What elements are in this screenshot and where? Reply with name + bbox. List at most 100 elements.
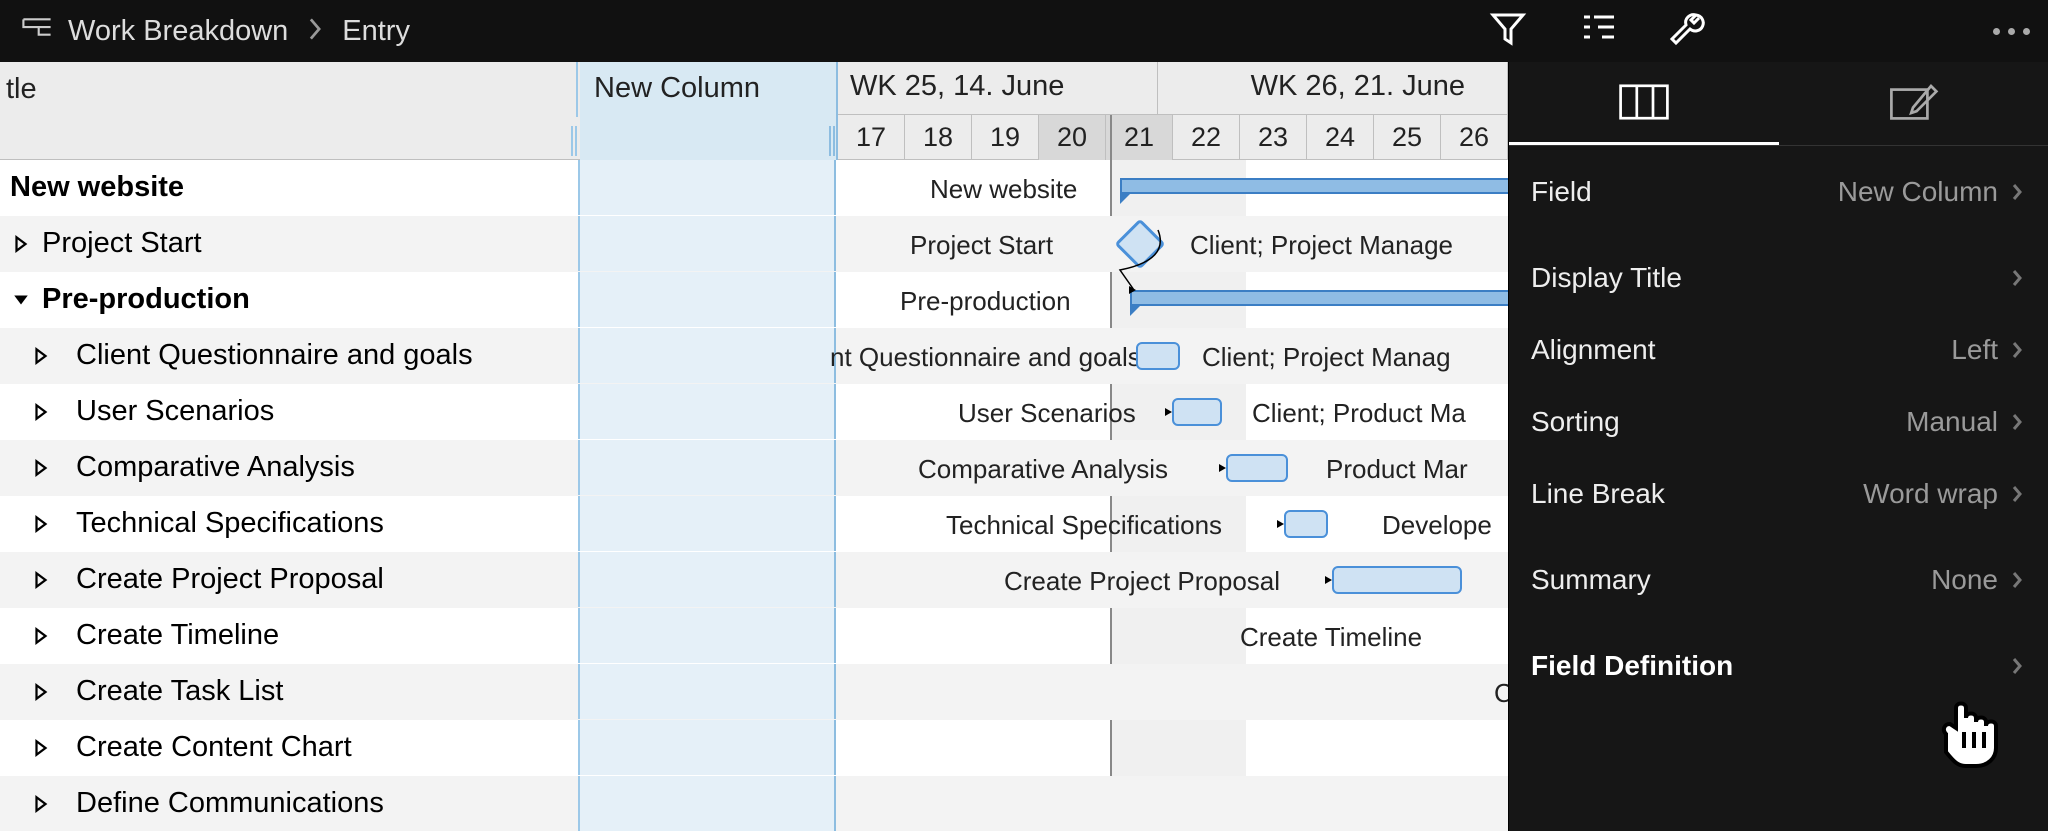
gantt-task-label: Create Project Proposal	[1004, 566, 1280, 597]
inspector-row-line-break[interactable]: Line Break Word wrap	[1509, 458, 2048, 530]
new-column-cell[interactable]	[578, 440, 836, 495]
chevron-right-icon	[2008, 176, 2026, 208]
inspector-tab-columns[interactable]	[1509, 62, 1779, 145]
new-column-cell[interactable]	[578, 216, 836, 271]
gantt-task-label: Technical Specifications	[946, 510, 1222, 541]
new-column-cell[interactable]	[578, 160, 836, 215]
task-title: Create Task List	[76, 675, 283, 708]
gantt-task-label: Create Timeline	[1240, 622, 1422, 653]
new-column-cell[interactable]	[578, 664, 836, 719]
task-row[interactable]: Create Content Chart	[0, 720, 838, 776]
filter-icon[interactable]	[1488, 9, 1528, 54]
gantt-row[interactable]	[838, 720, 1508, 776]
task-row[interactable]: Define Communications	[0, 776, 838, 831]
day-cell-23[interactable]: 23	[1240, 115, 1307, 160]
gantt-task-bar[interactable]	[1136, 342, 1180, 370]
day-cell-18[interactable]: 18	[905, 115, 972, 160]
cursor-hand-icon	[1928, 698, 2008, 773]
task-row[interactable]: User Scenarios	[0, 384, 838, 440]
task-outline[interactable]: New website Project Start Pre-productionCl…	[0, 160, 838, 831]
day-cell-22[interactable]: 22	[1173, 115, 1240, 160]
caret-right-icon[interactable]	[30, 681, 52, 703]
week-cell-1[interactable]: WK 25, 14. June	[838, 62, 1158, 115]
task-title: Technical Specifications	[76, 507, 384, 540]
new-column-cell[interactable]	[578, 328, 836, 383]
gantt-task-bar[interactable]	[1226, 454, 1288, 482]
caret-right-icon[interactable]	[30, 793, 52, 815]
gantt-chart[interactable]: >> New websiteProject StartClient; Proje…	[838, 160, 1508, 831]
inspector-row-display-title[interactable]: Display Title	[1509, 242, 2048, 314]
task-row[interactable]: Create Task List	[0, 664, 838, 720]
chevron-right-icon	[2008, 262, 2026, 294]
column-header: tle New Column WK 25, 14. June WK 26, 21…	[0, 62, 1508, 160]
inspector-value: Word wrap	[1863, 478, 1998, 510]
task-row[interactable]: Client Questionnaire and goals	[0, 328, 838, 384]
new-column-cell[interactable]	[578, 384, 836, 439]
inspector-row-field[interactable]: FieldNew Column	[1509, 156, 2048, 228]
gantt-task-bar[interactable]	[1284, 510, 1328, 538]
task-row[interactable]: Comparative Analysis	[0, 440, 838, 496]
inspector-row-sorting[interactable]: SortingManual	[1509, 386, 2048, 458]
column-new[interactable]: New Column	[580, 62, 838, 160]
task-row[interactable]: Create Project Proposal	[0, 552, 838, 608]
inspector-row-alignment[interactable]: AlignmentLeft	[1509, 314, 2048, 386]
inspector-label: Summary	[1531, 564, 1651, 596]
inspector-label: Line Break	[1531, 478, 1665, 510]
new-column-cell[interactable]	[578, 496, 836, 551]
task-title: Project Start	[42, 227, 202, 260]
inspector-row-field-definition[interactable]: Field Definition	[1509, 630, 2048, 702]
breadcrumb-item-2[interactable]: Entry	[342, 15, 410, 48]
caret-right-icon[interactable]	[30, 569, 52, 591]
new-column-cell[interactable]	[578, 272, 836, 327]
gantt-task-bar[interactable]	[1332, 566, 1462, 594]
task-row[interactable]: Pre-production	[0, 272, 838, 328]
wrench-icon[interactable]	[1668, 9, 1708, 54]
day-cell-21[interactable]: 21	[1106, 115, 1173, 160]
caret-right-icon[interactable]	[30, 457, 52, 479]
caret-right-icon[interactable]	[10, 233, 32, 255]
day-cell-24[interactable]: 24	[1307, 115, 1374, 160]
new-column-cell[interactable]	[578, 776, 836, 831]
timeline-header[interactable]: WK 25, 14. June WK 26, 21. June 17181920…	[838, 62, 1508, 160]
caret-right-icon[interactable]	[30, 513, 52, 535]
day-cell-20[interactable]: 20	[1039, 115, 1106, 160]
new-column-cell[interactable]	[578, 720, 836, 775]
task-row[interactable]: Create Timeline	[0, 608, 838, 664]
gantt-row[interactable]	[838, 664, 1508, 720]
new-column-cell[interactable]	[578, 552, 836, 607]
outline-icon[interactable]	[1578, 9, 1618, 54]
caret-right-icon[interactable]	[30, 345, 52, 367]
caret-right-icon[interactable]	[30, 625, 52, 647]
gantt-task-label: New website	[930, 174, 1077, 205]
gantt-task-label: Comparative Analysis	[918, 454, 1168, 485]
caret-right-icon[interactable]	[30, 737, 52, 759]
inspector-value: None	[1931, 564, 1998, 596]
day-cell-17[interactable]: 17	[838, 115, 905, 160]
column-resize-handle[interactable]	[571, 126, 577, 156]
gantt-task-bar[interactable]	[1172, 398, 1222, 426]
task-row[interactable]: Technical Specifications	[0, 496, 838, 552]
task-title: Create Timeline	[76, 619, 279, 652]
week-cell-2[interactable]: WK 26, 21. June	[1158, 62, 1508, 115]
day-cell-26[interactable]: 26	[1441, 115, 1508, 160]
task-row[interactable]: New website	[0, 160, 838, 216]
breadcrumb-item-1[interactable]: Work Breakdown	[68, 15, 288, 48]
gantt-resource-label: Develope	[1382, 510, 1492, 541]
inspector-row-summary[interactable]: Summary None	[1509, 544, 2048, 616]
more-icon[interactable]	[1993, 28, 2030, 35]
day-cell-25[interactable]: 25	[1374, 115, 1441, 160]
inspector-panel: FieldNew Column Display TitleAlignmentLef…	[1508, 62, 2048, 831]
task-row[interactable]: Project Start	[0, 216, 838, 272]
day-cell-19[interactable]: 19	[972, 115, 1039, 160]
caret-right-icon[interactable]	[30, 401, 52, 423]
column-title[interactable]: tle	[0, 62, 578, 117]
gantt-task-label: Pre-production	[900, 286, 1071, 317]
gantt-row[interactable]	[838, 776, 1508, 831]
caret-down-icon[interactable]	[10, 289, 32, 311]
chevron-right-icon	[2008, 334, 2026, 366]
task-title: Comparative Analysis	[76, 451, 355, 484]
new-column-cell[interactable]	[578, 608, 836, 663]
column-resize-handle-2[interactable]	[829, 126, 835, 156]
inspector-value: New Column	[1838, 176, 1998, 208]
inspector-tab-edit[interactable]	[1779, 62, 2048, 145]
